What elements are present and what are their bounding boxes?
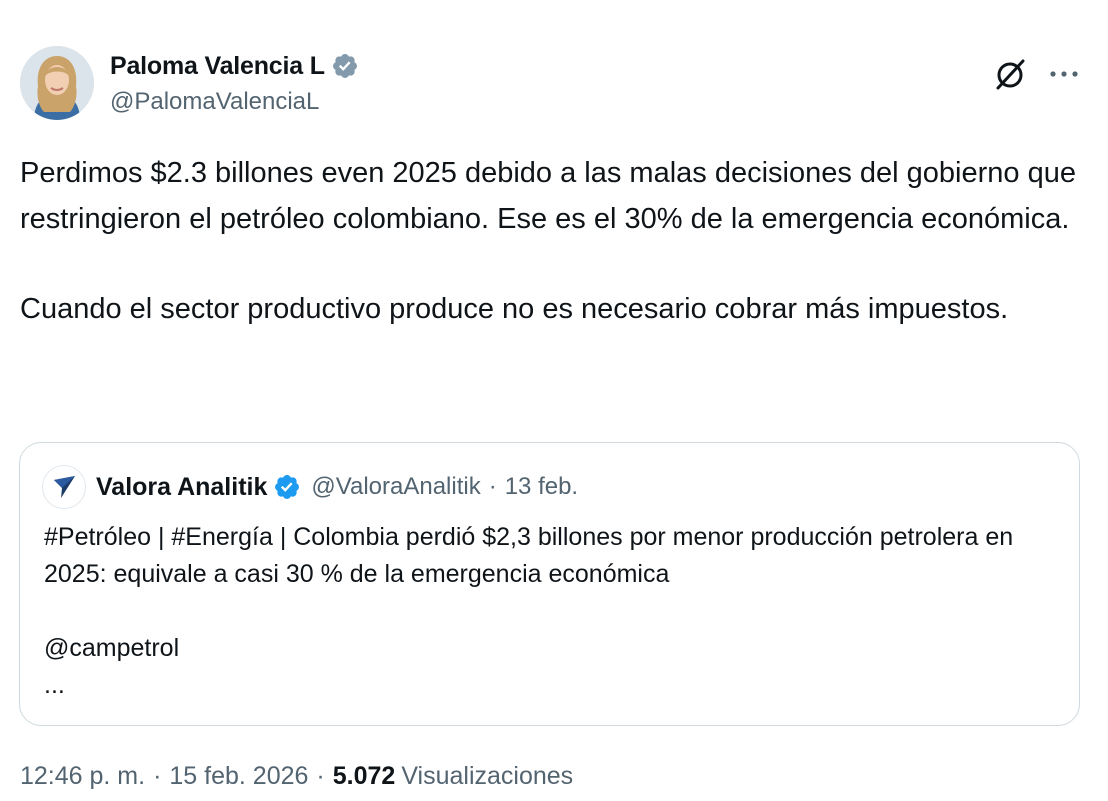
views-count: 5.072	[332, 762, 396, 790]
tweet-paragraph: Perdimos $2.3 billones even 2025 debido …	[20, 157, 1076, 235]
quoted-author-handle[interactable]: @ValoraAnalitik	[311, 473, 480, 501]
tweet-time[interactable]: 12:46 p. m.	[20, 762, 145, 791]
separator-dot: ·	[153, 762, 162, 790]
tweet-header: Paloma Valencia L @PalomaValenciaL	[20, 46, 1090, 124]
separator-dot: ·	[316, 762, 325, 790]
woman-portrait-avatar-icon	[20, 46, 94, 120]
tweet-text: Perdimos $2.3 billones even 2025 debido …	[20, 150, 1080, 332]
quoted-date[interactable]: 13 feb.	[505, 473, 578, 501]
tweet-metadata: 12:46 p. m. · 15 feb. 2026 · 5.072 Visua…	[20, 762, 573, 791]
quoted-author-avatar[interactable]	[42, 465, 86, 509]
grok-icon[interactable]	[992, 56, 1028, 92]
author-avatar[interactable]	[20, 46, 94, 120]
quoted-tweet-text: #Petróleo | #Energía | Colombia perdió $…	[44, 519, 1054, 704]
tweet: Paloma Valencia L @PalomaValenciaL Perdi…	[0, 0, 1108, 801]
views-label: Visualizaciones	[401, 762, 574, 790]
author-display-name[interactable]: Paloma Valencia L	[110, 52, 325, 81]
author-names: Paloma Valencia L @PalomaValenciaL	[110, 50, 359, 116]
tweet-date[interactable]: 15 feb. 2026	[169, 762, 308, 791]
separator-dot: ·	[488, 473, 497, 500]
author-handle[interactable]: @PalomaValenciaL	[110, 88, 359, 116]
quoted-text-line: #Petróleo | #Energía | Colombia perdió $…	[44, 523, 1014, 588]
quoted-ellipsis: ...	[44, 671, 65, 699]
quoted-tweet-card[interactable]: Valora Analitik @ValoraAnalitik · 13 feb…	[19, 442, 1080, 726]
quoted-author-display-name[interactable]: Valora Analitik	[96, 473, 267, 502]
more-dots-icon[interactable]	[1046, 56, 1082, 92]
valora-logo-icon	[54, 476, 75, 498]
quoted-mention-link[interactable]: @campetrol	[44, 630, 1054, 667]
tweet-paragraph: Cuando el sector productivo produce no e…	[20, 293, 1009, 325]
verified-badge-gray-icon[interactable]	[331, 52, 359, 80]
quoted-tweet-header: Valora Analitik @ValoraAnalitik · 13 feb…	[42, 465, 578, 509]
verified-badge-blue-icon[interactable]	[273, 473, 301, 501]
